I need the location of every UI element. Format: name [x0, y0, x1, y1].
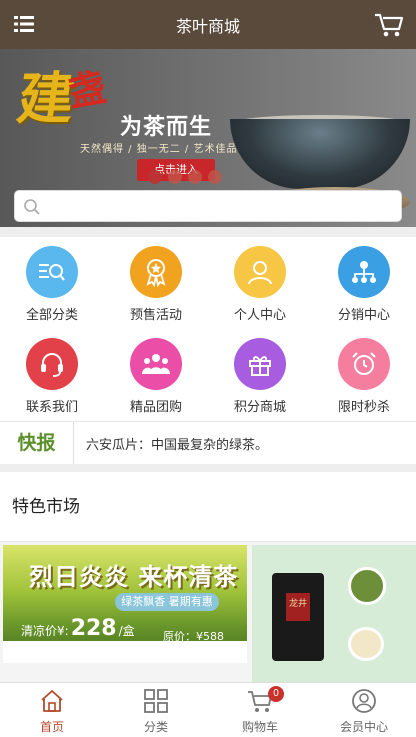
price-value: 228: [70, 616, 117, 641]
distribution-network-icon: [338, 246, 390, 298]
headset-icon: [26, 338, 78, 390]
tab-member-center[interactable]: 会员中心: [312, 683, 416, 737]
carousel-dot[interactable]: [148, 170, 162, 184]
tea-leaves-image: [348, 567, 386, 605]
promo-ribbon: 绿茶飘香 暑期有惠: [115, 593, 219, 611]
banner-slogan: 为茶而生: [120, 115, 213, 140]
shortcut-presale[interactable]: 预售活动: [104, 237, 208, 329]
banner-subtitle: 天然偶得 / 独一无二 / 艺术佳品: [80, 144, 238, 155]
shortcut-contact-us[interactable]: 联系我们: [0, 329, 104, 421]
tab-label: 分类: [143, 720, 168, 734]
grid-icon: [144, 689, 168, 713]
shortcut-all-categories[interactable]: 全部分类: [0, 237, 104, 329]
search-bar[interactable]: [14, 190, 402, 222]
shortcut-label: 个人中心: [233, 307, 286, 322]
divider: [0, 464, 416, 472]
tea-box-image: 龙井: [272, 573, 324, 661]
shortcut-personal-center[interactable]: 个人中心: [208, 237, 312, 329]
card-footer: [3, 641, 247, 663]
tab-label: 会员中心: [339, 720, 388, 734]
tab-label: 购物车: [241, 720, 278, 734]
news-flash[interactable]: 快报 六安瓜片：中国最复杂的绿茶。: [0, 421, 416, 465]
shortcut-label: 全部分类: [25, 307, 78, 322]
promo-banner[interactable]: 建 盏 为茶而生 天然偶得 / 独一无二 / 艺术佳品 点击进入: [0, 49, 416, 227]
cart-icon[interactable]: [374, 12, 404, 38]
calligraphy-accent: 盏: [64, 64, 110, 115]
page-title: 茶叶商城: [175, 16, 240, 36]
tab-label: 首页: [39, 720, 64, 734]
group-people-icon: [130, 338, 182, 390]
shortcut-points-mall[interactable]: 积分商城: [208, 329, 312, 421]
news-tag: 快报: [0, 421, 74, 465]
shortcut-grid: 全部分类 预售活动 个人中心 分销中心 联系我们 精品团购 积分商城 限时秒杀: [0, 237, 416, 421]
presale-badge-icon: [130, 246, 182, 298]
shortcut-label: 分销中心: [337, 307, 390, 322]
tea-bowl-body: [230, 119, 410, 189]
category-search-icon: [26, 246, 78, 298]
promo-headline: 烈日炎炎 来杯清茶: [29, 562, 239, 591]
tab-home[interactable]: 首页: [0, 683, 104, 737]
carousel-dot[interactable]: [208, 170, 222, 184]
search-icon: [24, 199, 40, 215]
news-text[interactable]: 六安瓜片：中国最复杂的绿茶。: [86, 434, 268, 453]
gift-icon: [234, 338, 286, 390]
divider: [0, 227, 416, 237]
shortcut-label: 预售活动: [129, 307, 182, 322]
member-icon: [352, 689, 376, 713]
shortcut-flash-sale[interactable]: 限时秒杀: [312, 329, 416, 421]
tab-cart[interactable]: 0 购物车: [208, 683, 312, 737]
promo-price: 清凉价¥: 228 /盒: [21, 616, 135, 641]
shortcut-distribution-center[interactable]: 分销中心: [312, 237, 416, 329]
market-cards: 烈日炎炎 来杯清茶 绿茶飘香 暑期有惠 清凉价¥: 228 /盒 原价：¥588…: [0, 542, 416, 682]
carousel-dot[interactable]: [168, 170, 182, 184]
price-unit: /盒: [118, 624, 135, 638]
cart-count-badge: 0: [268, 686, 284, 702]
user-icon: [234, 246, 286, 298]
carousel-dots: [148, 170, 222, 184]
shortcut-label: 限时秒杀: [337, 399, 390, 414]
page: 茶叶商城 建 盏 为茶而生 天然偶得 / 独一无二 / 艺术佳品 点击进入: [0, 0, 416, 737]
section-title: 特色市场: [0, 472, 416, 542]
top-header: 茶叶商城: [0, 0, 416, 49]
shortcut-label: 积分商城: [233, 399, 286, 414]
alarm-clock-icon: [338, 338, 390, 390]
search-input[interactable]: [47, 195, 397, 219]
market-card-longjing[interactable]: 龙井: [252, 545, 416, 682]
tab-category[interactable]: 分类: [104, 683, 208, 737]
carousel-dot[interactable]: [188, 170, 202, 184]
menu-list-icon[interactable]: [14, 15, 34, 33]
shortcut-label: 联系我们: [25, 399, 78, 414]
tea-box-label: 龙井: [286, 593, 310, 621]
home-icon: [41, 690, 63, 712]
tea-cup-image: [348, 627, 384, 661]
shortcut-group-buy[interactable]: 精品团购: [104, 329, 208, 421]
market-card-promo[interactable]: 烈日炎炎 来杯清茶 绿茶飘香 暑期有惠 清凉价¥: 228 /盒 原价：¥588: [3, 545, 247, 663]
shortcut-label: 精品团购: [129, 399, 182, 414]
bottom-tab-bar: 首页 分类 0 购物车 会员中心: [0, 682, 416, 737]
price-label: 清凉价¥:: [21, 624, 69, 638]
